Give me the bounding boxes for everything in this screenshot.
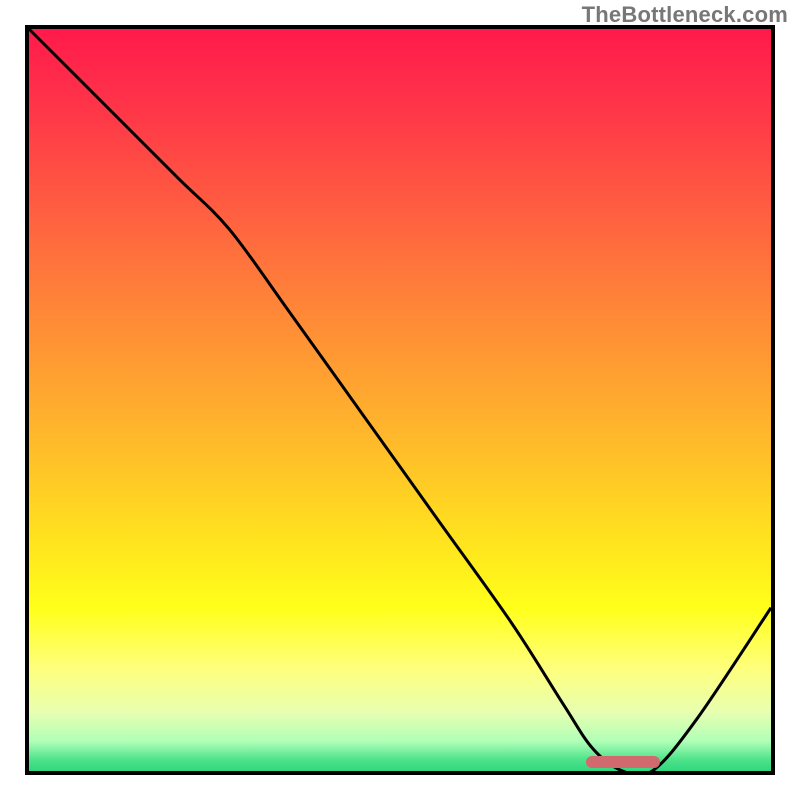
optimal-marker	[586, 756, 660, 768]
plot-frame	[25, 25, 775, 775]
bottleneck-chart: TheBottleneck.com	[0, 0, 800, 800]
plot-gradient-background	[29, 29, 771, 771]
watermark-text: TheBottleneck.com	[582, 2, 788, 28]
